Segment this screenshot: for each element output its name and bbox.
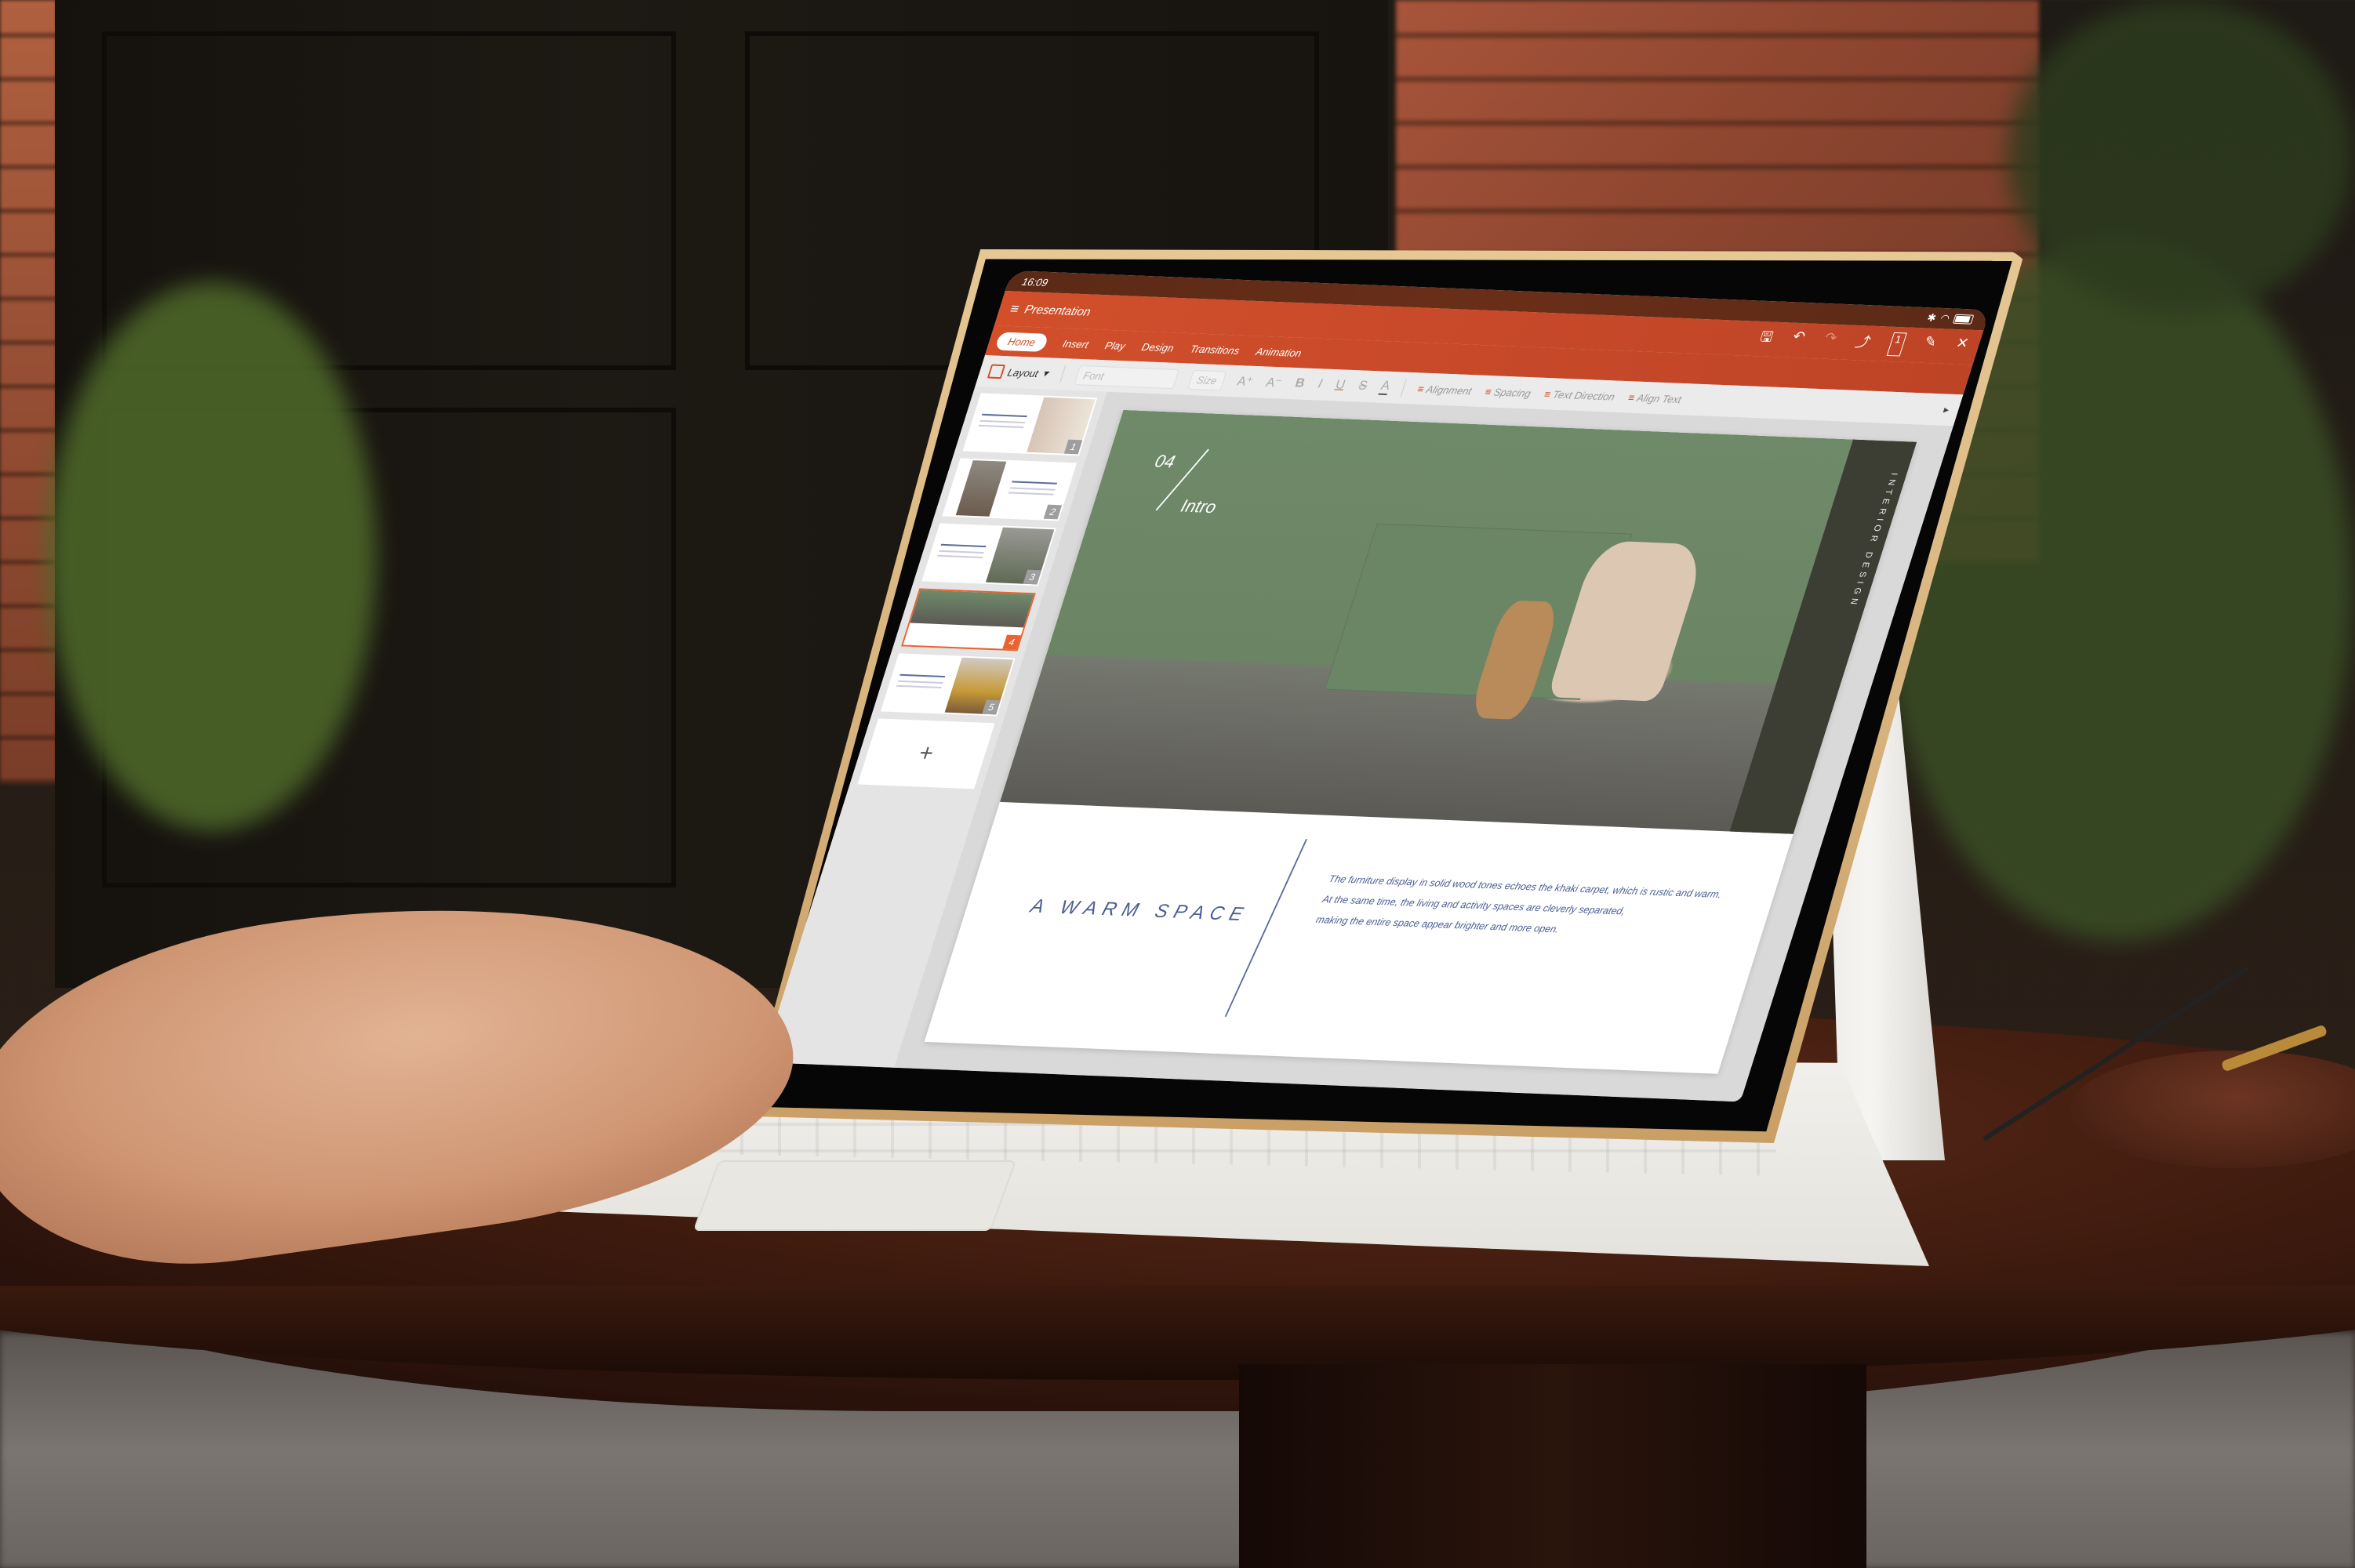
caption-divider [1225, 839, 1307, 1017]
text-direction-dropdown[interactable]: Text Direction [1543, 388, 1616, 402]
slide-thumbnail-active[interactable]: 4 [901, 588, 1036, 652]
slide-caption: A WARM SPACE The furniture display in so… [925, 802, 1794, 1074]
plant-left [47, 282, 376, 831]
tab-design[interactable]: Design [1140, 340, 1176, 354]
slide-number: 4 [1002, 634, 1021, 650]
thumbnail-image [1027, 397, 1096, 455]
status-icons: ✱ ◠ [1925, 311, 1975, 325]
slide-number: 2 [1043, 504, 1063, 520]
close-icon[interactable]: ✕ [1952, 335, 1971, 359]
increase-font-button[interactable]: A⁺ [1235, 373, 1255, 390]
section-label: Intro [1178, 495, 1219, 517]
slide-heading: A WARM SPACE [1027, 895, 1252, 926]
tab-transitions[interactable]: Transitions [1189, 343, 1241, 357]
share-icon[interactable]: ⤴ [1852, 331, 1873, 355]
thumbnail-image [986, 527, 1055, 585]
bluetooth-icon: ✱ [1925, 311, 1939, 324]
tab-insert[interactable]: Insert [1061, 337, 1090, 350]
undo-icon[interactable]: ↶ [1788, 328, 1807, 353]
slide-photo: 04 Intro INTERIOR DESIGN [1000, 409, 1917, 834]
alignment-dropdown[interactable]: Alignment [1416, 383, 1474, 397]
layout-label: Layout [1005, 365, 1041, 379]
thumbnail-text [981, 413, 1028, 418]
slide-number: 3 [1023, 569, 1041, 585]
slide-thumbnail[interactable]: 5 [880, 653, 1016, 717]
thumbnail-text [899, 673, 946, 678]
status-time: 16:09 [1020, 275, 1050, 289]
plant-right-top [2008, 0, 2353, 314]
trackpad[interactable] [692, 1160, 1017, 1231]
align-text-dropdown[interactable]: Align Text [1626, 391, 1684, 405]
font-select[interactable]: Font [1074, 365, 1179, 389]
slide-thumbnail[interactable]: 3 [921, 523, 1056, 586]
size-select[interactable]: Size [1187, 369, 1227, 391]
add-slide-button[interactable]: + [857, 718, 995, 789]
save-icon[interactable]: 🖫 [1756, 327, 1775, 351]
chevron-down-icon: ▾ [1041, 367, 1050, 379]
font-color-button[interactable]: A [1378, 379, 1392, 396]
brick-wall-left [0, 0, 56, 784]
decrease-font-button[interactable]: A⁻ [1264, 375, 1284, 391]
strikethrough-button[interactable]: S [1357, 379, 1369, 394]
slide-body: The furniture display in solid wood tone… [1313, 869, 1761, 947]
toolbar-divider [1400, 379, 1407, 397]
slide-number-icon[interactable]: 1 [1886, 332, 1907, 357]
slide-number: 5 [982, 699, 1001, 715]
bold-button[interactable]: B [1293, 376, 1307, 390]
layout-icon [987, 364, 1006, 379]
battery-icon [1952, 314, 1975, 325]
more-tools-button[interactable]: ▸ [1942, 404, 1951, 416]
toolbar-divider [1059, 365, 1066, 383]
table-leg [1239, 1364, 1866, 1568]
slide-number: 1 [1063, 439, 1083, 455]
redo-icon[interactable]: ↷ [1820, 329, 1839, 354]
tab-animation[interactable]: Animation [1255, 345, 1303, 358]
thumbnail-image [910, 590, 1034, 628]
thumbnail-text [940, 543, 987, 548]
layout-button[interactable]: Layout ▾ [987, 364, 1050, 380]
current-slide[interactable]: 04 Intro INTERIOR DESIGN A WARM SPACE Th… [924, 409, 1917, 1074]
tab-play[interactable]: Play [1103, 339, 1127, 351]
title-actions: 🖫 ↶ ↷ ⤴ 1 ✎ ✕ [1756, 327, 1971, 359]
slide-thumbnail[interactable]: 1 [962, 393, 1098, 456]
thumbnail-image [944, 657, 1014, 715]
italic-button[interactable]: I [1316, 377, 1324, 391]
pen-icon[interactable]: ✎ [1920, 334, 1939, 358]
tab-home[interactable]: Home [994, 331, 1049, 352]
spacing-dropdown[interactable]: Spacing [1484, 386, 1532, 399]
section-number: 04 [1152, 451, 1178, 472]
wifi-icon: ◠ [1939, 312, 1952, 325]
underline-button[interactable]: U [1333, 378, 1347, 392]
thumbnail-image [955, 460, 1007, 517]
slide-thumbnail[interactable]: 2 [942, 458, 1078, 521]
thumbnail-text [1012, 481, 1058, 485]
menu-icon[interactable]: ≡ [1008, 300, 1022, 317]
